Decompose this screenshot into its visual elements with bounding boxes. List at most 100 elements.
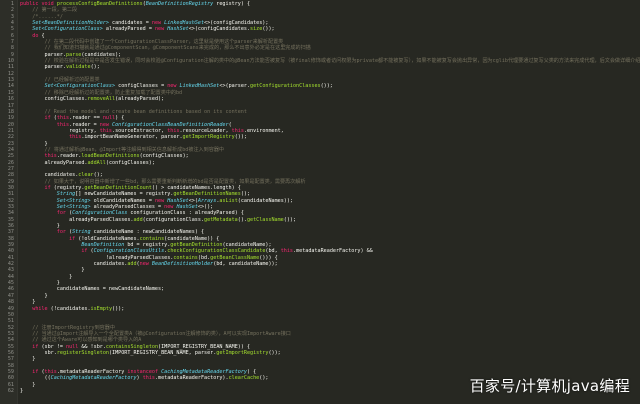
code-token: (bd, [265,248,281,255]
code-token: // 将通过解析@Bean，@Import等注解得到相关信息解析成bd被注入到容… [20,146,225,153]
code-token: } [20,280,60,287]
code-token: configClasses. [20,96,88,103]
code-token: (). [237,216,247,223]
code-token: add [133,216,143,223]
code-token: this [20,134,82,141]
code-token: CachingMetadataReaderFactory [161,368,247,375]
code-token: // 通过这个Aware可以感知到是哪个类导入的A [20,337,142,344]
code-token: (bd, candidateName)); [213,261,278,268]
code-token: contains [139,235,165,242]
code-token: Set<BeanDefinitionHolder> [20,20,109,27]
code-token: } [20,356,36,363]
code-token: removeAll [87,96,116,103]
code-token: HashSet [176,204,198,210]
code-token: (candidateName); [222,242,272,249]
code-token: getBeanClassName [210,254,260,261]
code-token: (!candidates. [50,305,91,312]
code-token: null [102,115,116,122]
code-token: bd = registry. [124,242,171,249]
code-token: .metadataReaderFactory [56,368,128,375]
code-token: this [280,248,294,255]
code-token: candidates = [108,20,152,27]
code-token: candidateNames = newCandidateNames; [20,286,165,293]
code-token: (); [240,191,251,198]
code-token: ConfigurationClass [72,210,128,217]
code-token: ConfigurationClassBeanDefinitionReader [112,121,229,128]
code-token: (configurationClass. [142,216,205,223]
code-token: } [20,273,73,280]
code-token: (registry. [53,184,85,191]
code-token: (configClasses); [105,159,155,166]
code-token: this [142,375,155,382]
code-token: CachingMetadataReaderFactory [50,375,137,382]
code-token: !alreadyParsedClasses. [20,254,174,261]
code-token: .metadataReaderFactory). [154,375,229,382]
code-text: // 校验在解析过程是中是否发生错误，同时会校验@Configuration注解… [17,58,640,64]
code-token: if [20,368,42,375]
code-token: asList [219,197,238,204]
code-token: new [167,83,180,90]
code-token: ()); [112,305,125,312]
code-token: if [20,115,54,122]
code-token: // 注册ImportRegistry到容器中 [20,324,115,331]
code-token: } [20,387,24,394]
code-token: clear [78,172,94,179]
code-token: } [20,223,60,230]
code-token: .reader. [56,153,82,160]
code-token: candidates. [20,172,79,179]
code-token: (IMPORT_REGISTRY_BEAN_NAME, parser. [108,349,217,356]
code-token: addAll [87,159,106,166]
code-area[interactable]: 1 public void processConfigBeanDefinition… [0,1,640,394]
code-token: alreadyParsedClasses. [20,216,134,223]
code-token: BeanDefinitionHolder [151,261,214,268]
code-token: <>(parser. [219,83,251,90]
code-token: clearCache [228,375,260,382]
code-token: HashSet [167,26,189,33]
code-token: registry, [20,127,100,134]
code-token: (sbr != [41,343,67,350]
code-token: } [20,267,85,274]
code-token: String [72,229,91,236]
code-token: new [139,261,152,268]
code-token: Set<ConfigurationClass> [20,26,103,33]
code-token: <>(configCandidates); [204,20,269,27]
code-token: () > candidateNames.length) { [151,184,241,191]
code-token: new [154,26,168,33]
code-token: (); [93,172,103,179]
code-token: new [151,20,165,27]
code-token: getBeanDefinitionNames [173,191,241,198]
code-token: (bd. [197,254,211,261]
code-token: } [20,299,36,306]
code-token: // 第一段，第二段 [20,7,78,14]
code-token: .reader == [69,115,103,122]
code-token: do [20,32,42,39]
code-token: this [231,127,244,134]
code-token: ( [228,121,232,128]
code-token: (); [90,64,100,71]
code-text: sbr.registerSingleton(IMPORT_REGISTRY_BE… [17,350,281,356]
code-token: instanceof [127,368,162,375]
code-token: Set<String> [20,204,91,210]
code-token: getImportRegistry [216,349,269,356]
code-token: parser. [20,51,67,58]
code-token: } [20,140,48,147]
code-token: alreadyParsedClasses = [90,204,165,210]
code-token: configurationClass : alreadyParsed) { [127,210,244,217]
code-token: getMetadata [204,216,238,223]
code-token: BeanDefinitionRegistry [145,1,214,7]
code-token: // 已经解析过的配置类 [20,77,100,84]
code-token: ()); [283,216,297,223]
code-text: configClasses.removeAll(alreadyParsed); [17,96,165,103]
line-number: 62 [7,387,14,394]
code-token: (!oldCandidateNames. [78,235,140,242]
code-token: isEmpty [90,305,113,312]
code-token: validate [66,64,91,71]
code-editor[interactable]: 1 public void processConfigBeanDefinition… [0,0,640,404]
watermark-label: 百家号/计算机java编程 [469,377,630,395]
code-token: alreadyParsed = [102,26,155,33]
code-text: Set<ConfigurationClass> alreadyParsed = … [17,26,274,33]
code-token: new [154,197,168,204]
code-token: this [167,127,180,134]
code-token: ()); [320,83,333,90]
code-token: registerSingleton [56,349,109,356]
